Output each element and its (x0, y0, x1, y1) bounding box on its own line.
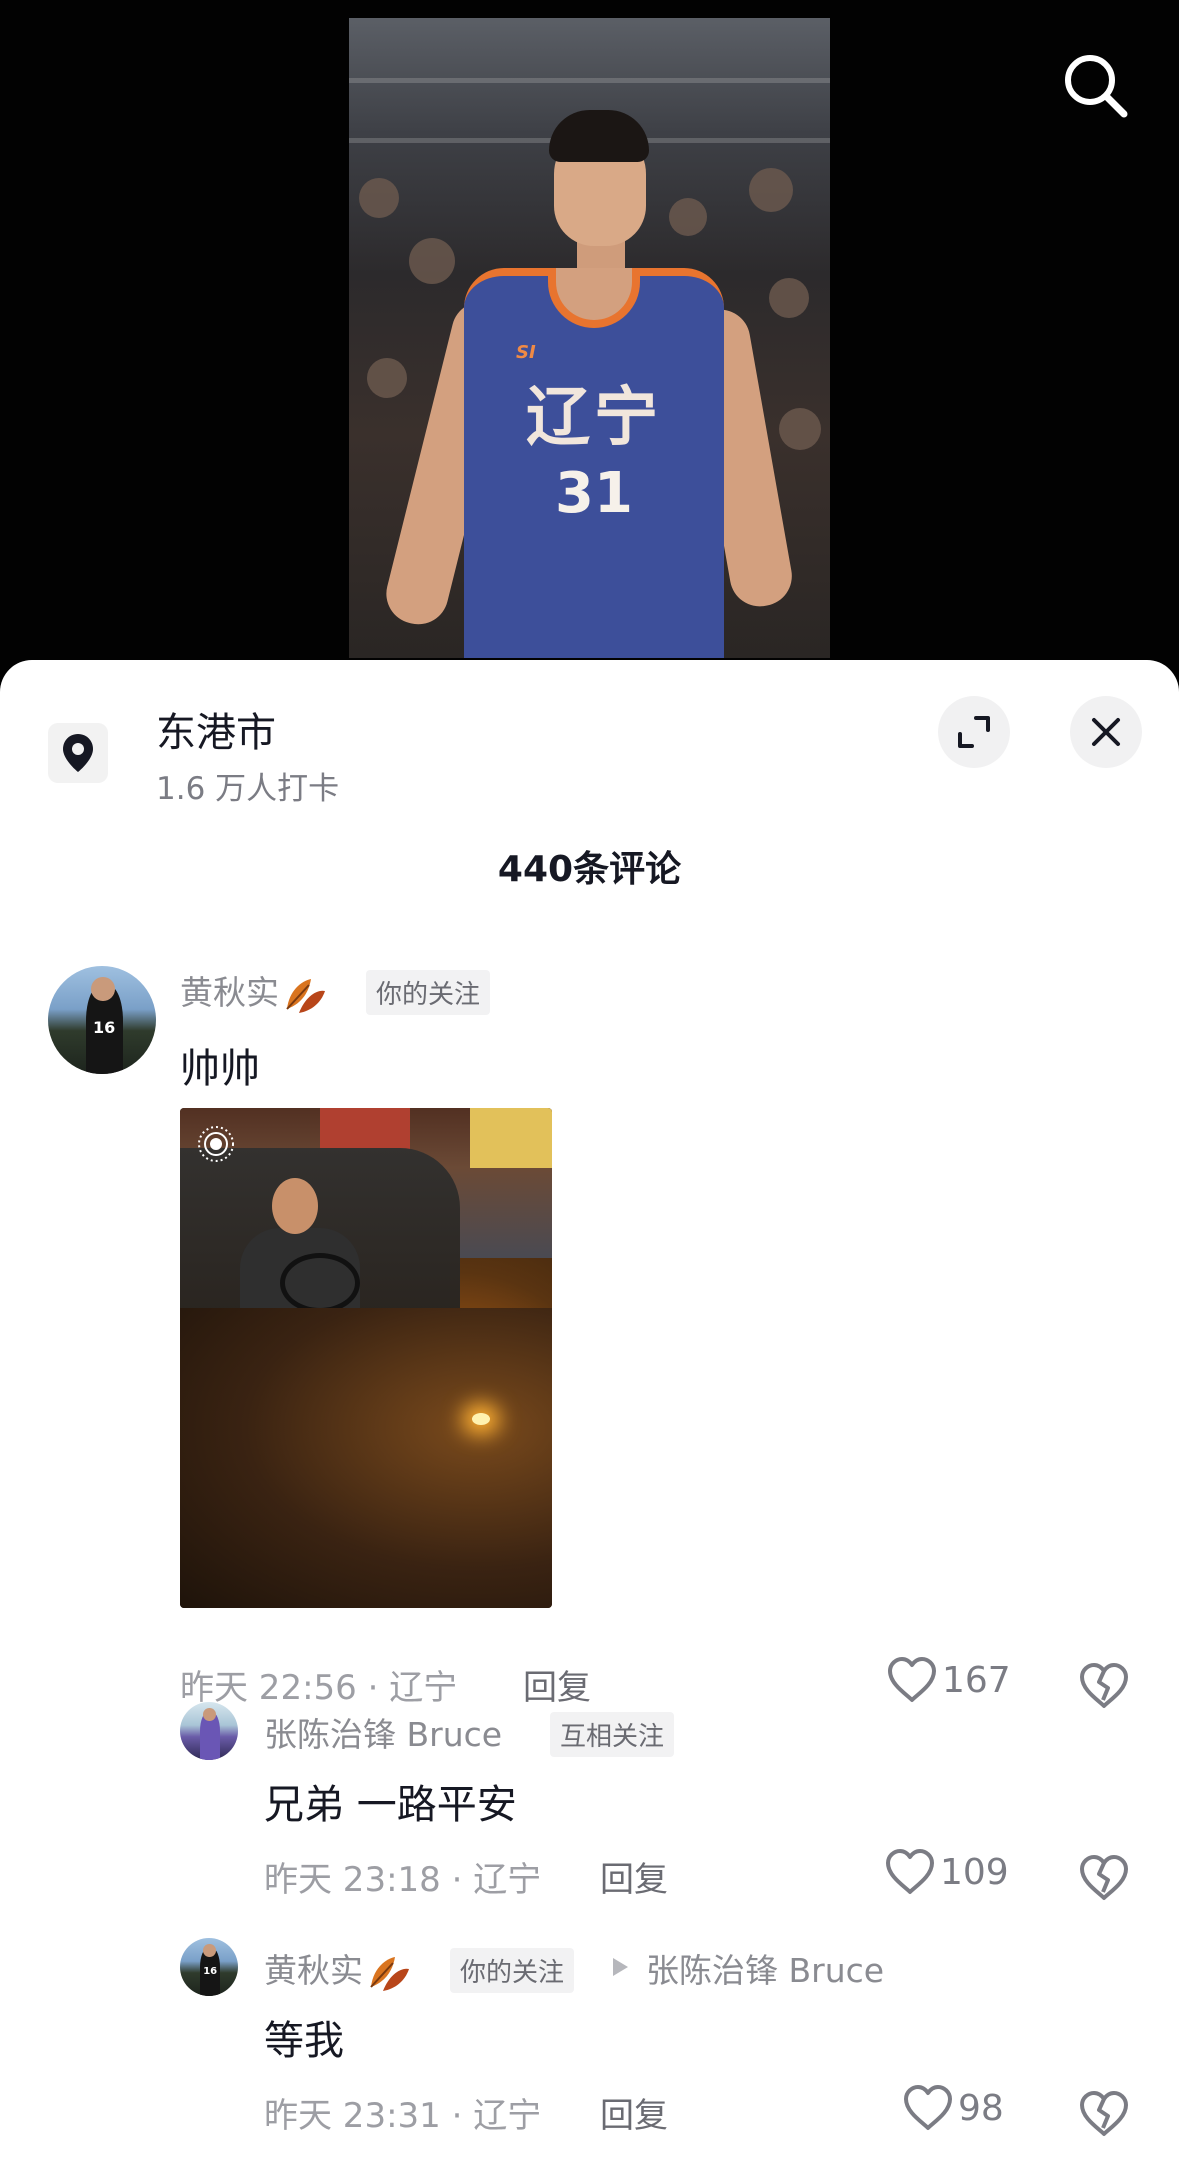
crowd (359, 178, 399, 218)
avatar-jersey-number: 16 (203, 1965, 218, 1977)
search-icon (1065, 55, 1128, 118)
reply-text: 兄弟 一路平安 (264, 1782, 517, 1828)
expand-button[interactable] (938, 696, 1010, 768)
player-jersey: SI 辽宁 31 (464, 268, 724, 658)
heart-icon (888, 1657, 936, 1702)
reply-button[interactable]: 回复 (523, 1660, 591, 1709)
broken-heart-icon[interactable] (1078, 2088, 1130, 2140)
heart-icon (886, 1849, 934, 1894)
reply-button[interactable]: 回复 (600, 1852, 668, 1901)
image-steering-wheel (280, 1253, 360, 1313)
username-text: 黄秋实 (180, 973, 279, 1012)
image-sign (470, 1108, 552, 1168)
video-player[interactable]: SI 辽宁 31 (0, 0, 1179, 680)
comment-image[interactable] (180, 1108, 552, 1608)
like-count: 167 (942, 1659, 1011, 1701)
reply-text: 等我 (264, 2018, 344, 2064)
expand-icon (958, 716, 990, 748)
live-photo-icon (198, 1126, 234, 1162)
reply-meta: 昨天 23:31 · 辽宁 (264, 2096, 542, 2136)
image-face (272, 1178, 318, 1234)
like-button[interactable]: 109 (884, 1848, 1009, 1896)
player-hair (549, 110, 649, 162)
search-button[interactable] (1060, 50, 1130, 120)
avatar-figure-head (91, 976, 115, 1001)
broken-heart-icon[interactable] (1078, 1660, 1130, 1712)
image-light (472, 1413, 490, 1425)
location-badge[interactable] (48, 723, 108, 783)
jersey-collar (548, 268, 640, 328)
jersey-brand: SI (516, 342, 536, 363)
crowd (779, 408, 821, 450)
reply-to-username[interactable]: 张陈治锋 Bruce (646, 1944, 884, 1992)
stands-rail (349, 78, 830, 83)
crowd (769, 278, 809, 318)
crowd (409, 238, 455, 284)
like-button[interactable]: 98 (902, 2084, 1004, 2132)
avatar[interactable]: 16 (48, 966, 156, 1074)
follow-tag: 你的关注 (450, 1948, 575, 1993)
reply-meta: 昨天 23:18 · 辽宁 (264, 1860, 542, 1900)
avatar-jersey-number: 16 (93, 1017, 116, 1037)
jersey-number: 31 (555, 461, 633, 526)
comment-sheet: 东港市 1.6 万人打卡 440条评论 16 黄秋实 你的关注 帅帅 昨天 22… (0, 660, 1179, 2166)
follow-tag: 你的关注 (366, 970, 491, 1015)
jersey-text: 辽宁 (526, 380, 662, 455)
location-pin-icon (63, 734, 93, 772)
location-checkins: 1.6 万人打卡 (156, 771, 340, 807)
close-button[interactable] (1070, 696, 1142, 768)
autumn-leaf-icon (370, 1956, 409, 1991)
reply-button[interactable]: 回复 (600, 2088, 668, 2137)
avatar-figure-head (203, 1943, 216, 1957)
crowd (367, 358, 407, 398)
crowd (749, 168, 793, 212)
broken-heart-icon[interactable] (1078, 1852, 1130, 1904)
comment-username[interactable]: 黄秋实 (180, 966, 327, 1015)
avatar[interactable] (180, 1702, 238, 1760)
like-button[interactable]: 167 (886, 1656, 1011, 1704)
like-count: 109 (940, 1851, 1009, 1893)
username-text: 黄秋实 (264, 1951, 363, 1990)
close-icon (1092, 718, 1120, 746)
image-car-hood (180, 1308, 552, 1608)
comment-text: 帅帅 (180, 1046, 260, 1092)
follow-tag: 互相关注 (550, 1712, 675, 1757)
heart-icon (904, 2085, 952, 2130)
reply-username[interactable]: 张陈治锋 Bruce (264, 1708, 502, 1756)
comment-count: 440条评论 (497, 849, 682, 890)
crowd (669, 198, 707, 236)
avatar-figure-head (203, 1707, 216, 1721)
autumn-leaf-icon (286, 978, 325, 1013)
like-count: 98 (958, 2087, 1004, 2129)
avatar[interactable]: 16 (180, 1938, 238, 1996)
comment-meta: 昨天 22:56 · 辽宁 (180, 1668, 458, 1708)
reply-username[interactable]: 黄秋实 (264, 1944, 411, 1993)
video-frame[interactable]: SI 辽宁 31 (349, 18, 830, 658)
reply-arrow-icon (613, 1958, 628, 1976)
location-title[interactable]: 东港市 (156, 700, 276, 758)
